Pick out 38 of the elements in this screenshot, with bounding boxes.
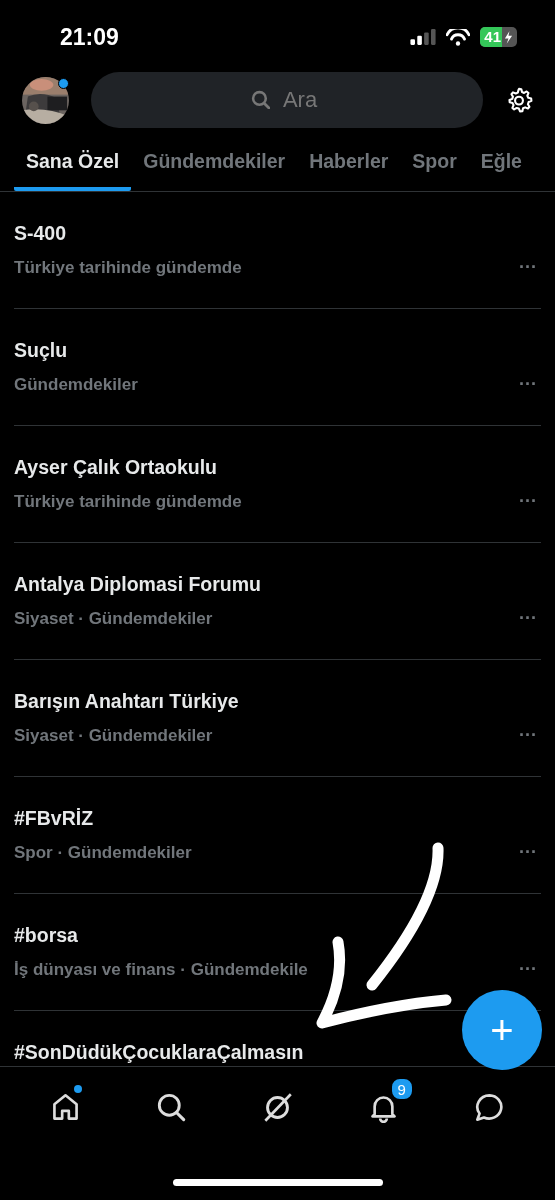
trend-title[interactable]: Barışın Anahtarı Türkiye (14, 690, 239, 713)
more-button[interactable]: ··· (519, 373, 537, 395)
more-button[interactable]: ··· (519, 724, 537, 746)
tab[interactable]: Gündemdekiler (131, 136, 298, 191)
trend-title[interactable]: Suçlu (14, 339, 68, 362)
trend-category: Siyaset · Gündemdekiler (14, 726, 213, 746)
signal-icon (410, 29, 437, 45)
trend-title[interactable]: #FBvRİZ (14, 807, 94, 830)
chat-bubble-icon[interactable] (474, 1091, 506, 1123)
trend-title[interactable]: Ayser Çalık Ortaokulu (14, 456, 218, 479)
trend-category: Türkiye tarihinde gündemde (14, 492, 242, 512)
tab[interactable]: Haberler (297, 136, 401, 191)
trend-title[interactable]: #SonDüdükÇocuklaraÇalmasın (14, 1041, 304, 1064)
tab[interactable]: Spor (400, 136, 469, 191)
compose-button[interactable]: + (462, 990, 542, 1070)
clock: 21:09 (60, 23, 119, 51)
battery-icon: 41 (480, 27, 517, 47)
more-button[interactable]: ··· (519, 256, 537, 278)
trend-title[interactable]: S-400 (14, 222, 67, 245)
tab[interactable]: Eğle (468, 136, 534, 191)
trend-category: Türkiye tarihinde gündemde (14, 258, 242, 278)
more-button[interactable]: ··· (519, 841, 537, 863)
wifi-icon (446, 28, 471, 46)
search-icon[interactable] (155, 1091, 187, 1123)
trend-category: İş dünyası ve finans · Gündemdekile (14, 960, 308, 980)
search-icon (251, 90, 270, 109)
trend-title[interactable]: Antalya Diplomasi Forumu (14, 573, 262, 596)
trend-category: Siyaset · Gündemdekiler (14, 609, 213, 629)
trend-title[interactable]: #borsa (14, 924, 78, 947)
more-button[interactable]: ··· (519, 490, 537, 512)
trend-category: Gündemdekiler (14, 375, 138, 395)
settings-icon[interactable] (505, 85, 533, 115)
trend-category: Spor · Gündemdekiler (14, 843, 192, 863)
tab[interactable]: Sana Özel (14, 136, 132, 191)
more-button[interactable]: ··· (519, 958, 537, 980)
search-field[interactable]: Ara (91, 72, 483, 128)
notification-badge: 9 (389, 1077, 414, 1101)
more-button[interactable]: ··· (519, 607, 537, 629)
